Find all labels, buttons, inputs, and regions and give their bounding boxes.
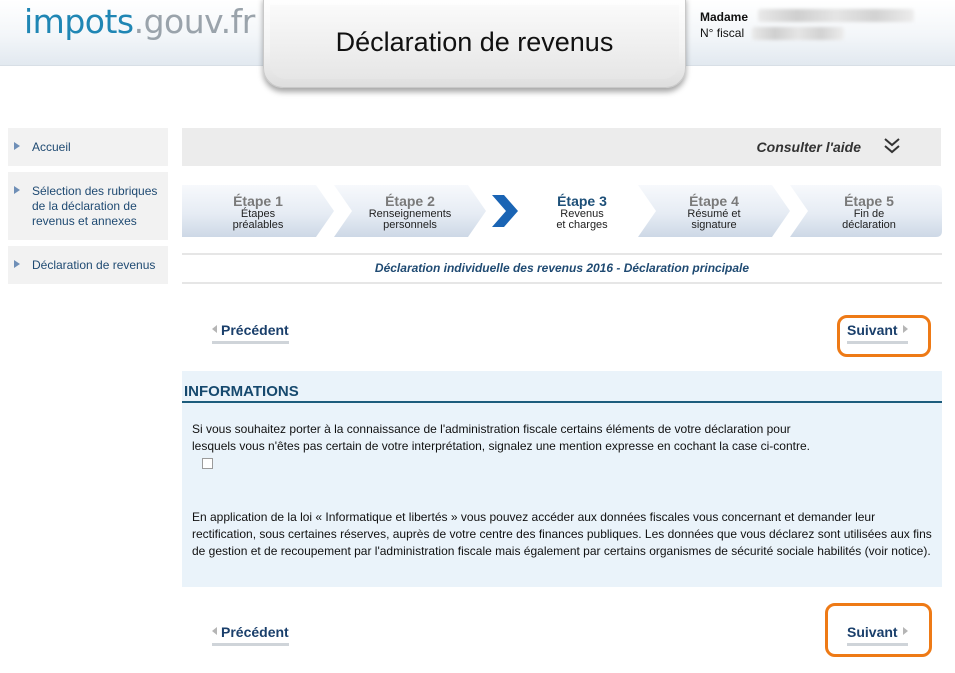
sidebar-item-label: Accueil	[32, 140, 71, 154]
info-paragraph-2: En application de la loi « Informatique …	[192, 510, 932, 558]
step-subtitle-2: déclaration	[842, 219, 896, 231]
arrow-right-icon	[14, 260, 20, 268]
step-3-current: Étape 3 Revenus et charges	[486, 185, 638, 237]
step-5: Étape 5 Fin de déclaration	[790, 185, 942, 237]
step-progress: Étape 1 Étapes préalables Étape 2 Renseigne…	[182, 185, 942, 237]
sidebar-item-selection-rubriques[interactable]: Sélection des rubriques de la déclaratio…	[8, 172, 168, 240]
next-button-bottom[interactable]: Suivant	[847, 624, 908, 646]
arrow-right-icon	[902, 325, 908, 333]
step-title: Étape 2	[385, 193, 435, 209]
fiscal-number-label: N° fiscal	[700, 26, 745, 40]
step-title: Étape 1	[233, 193, 283, 209]
next-label: Suivant	[847, 624, 898, 640]
step-subtitle-2: personnels	[383, 219, 437, 231]
logo-part-impots: impots	[24, 2, 134, 41]
page-title: Déclaration de revenus	[335, 26, 614, 57]
arrow-right-icon	[902, 627, 908, 635]
heading-underline	[182, 401, 942, 403]
step-title: Étape 3	[557, 193, 607, 209]
arrow-left-icon	[212, 627, 217, 635]
next-label: Suivant	[847, 322, 898, 338]
informations-panel: INFORMATIONS Si vous souhaitez porter à …	[182, 371, 942, 587]
arrow-right-icon	[14, 186, 20, 194]
step-1: Étape 1 Étapes préalables	[182, 185, 334, 237]
step-title: Étape 4	[689, 193, 739, 209]
step-subtitle-2: préalables	[232, 219, 284, 231]
user-info: Madame N° fiscal	[700, 9, 748, 41]
previous-button-top[interactable]: Précédent	[212, 322, 289, 344]
divider	[182, 282, 942, 284]
next-button-top[interactable]: Suivant	[847, 322, 908, 344]
help-link[interactable]: Consulter l'aide	[757, 139, 861, 155]
step-subtitle-2: signature	[691, 219, 737, 231]
express-mention-checkbox[interactable]	[202, 458, 213, 469]
logo-part-domain: .gouv.fr	[133, 2, 256, 41]
arrow-right-icon	[14, 142, 20, 150]
info-paragraph-1: Si vous souhaitez porter à la connaissan…	[192, 421, 822, 472]
user-name-redacted	[758, 9, 914, 22]
divider	[182, 253, 942, 255]
help-bar: Consulter l'aide	[182, 128, 941, 166]
previous-button-bottom[interactable]: Précédent	[212, 624, 289, 646]
step-subtitle-2: et charges	[556, 219, 608, 231]
arrow-left-icon	[212, 325, 217, 333]
fiscal-number-redacted	[752, 27, 844, 40]
user-title: Madame	[700, 10, 749, 24]
informations-heading: INFORMATIONS	[184, 383, 299, 400]
step-title: Étape 5	[844, 193, 894, 209]
page-title-box: Déclaration de revenus	[263, 0, 686, 88]
previous-label: Précédent	[221, 624, 289, 640]
sidebar-item-declaration-revenus[interactable]: Déclaration de revenus	[8, 246, 168, 284]
previous-label: Précédent	[221, 322, 289, 338]
step-2: Étape 2 Renseignements personnels	[334, 185, 486, 237]
sidebar-item-accueil[interactable]: Accueil	[8, 128, 168, 166]
info-paragraph-1-text: Si vous souhaitez porter à la connaissan…	[192, 422, 810, 453]
step-4: Étape 4 Résumé et signature	[638, 185, 790, 237]
sidebar-item-label: Sélection des rubriques de la déclaratio…	[32, 184, 158, 228]
site-logo[interactable]: impots.gouv.fr	[24, 2, 255, 41]
sidebar-item-label: Déclaration de revenus	[32, 258, 156, 272]
declaration-title: Déclaration individuelle des revenus 201…	[374, 261, 750, 275]
double-chevron-down-icon[interactable]	[883, 136, 901, 156]
